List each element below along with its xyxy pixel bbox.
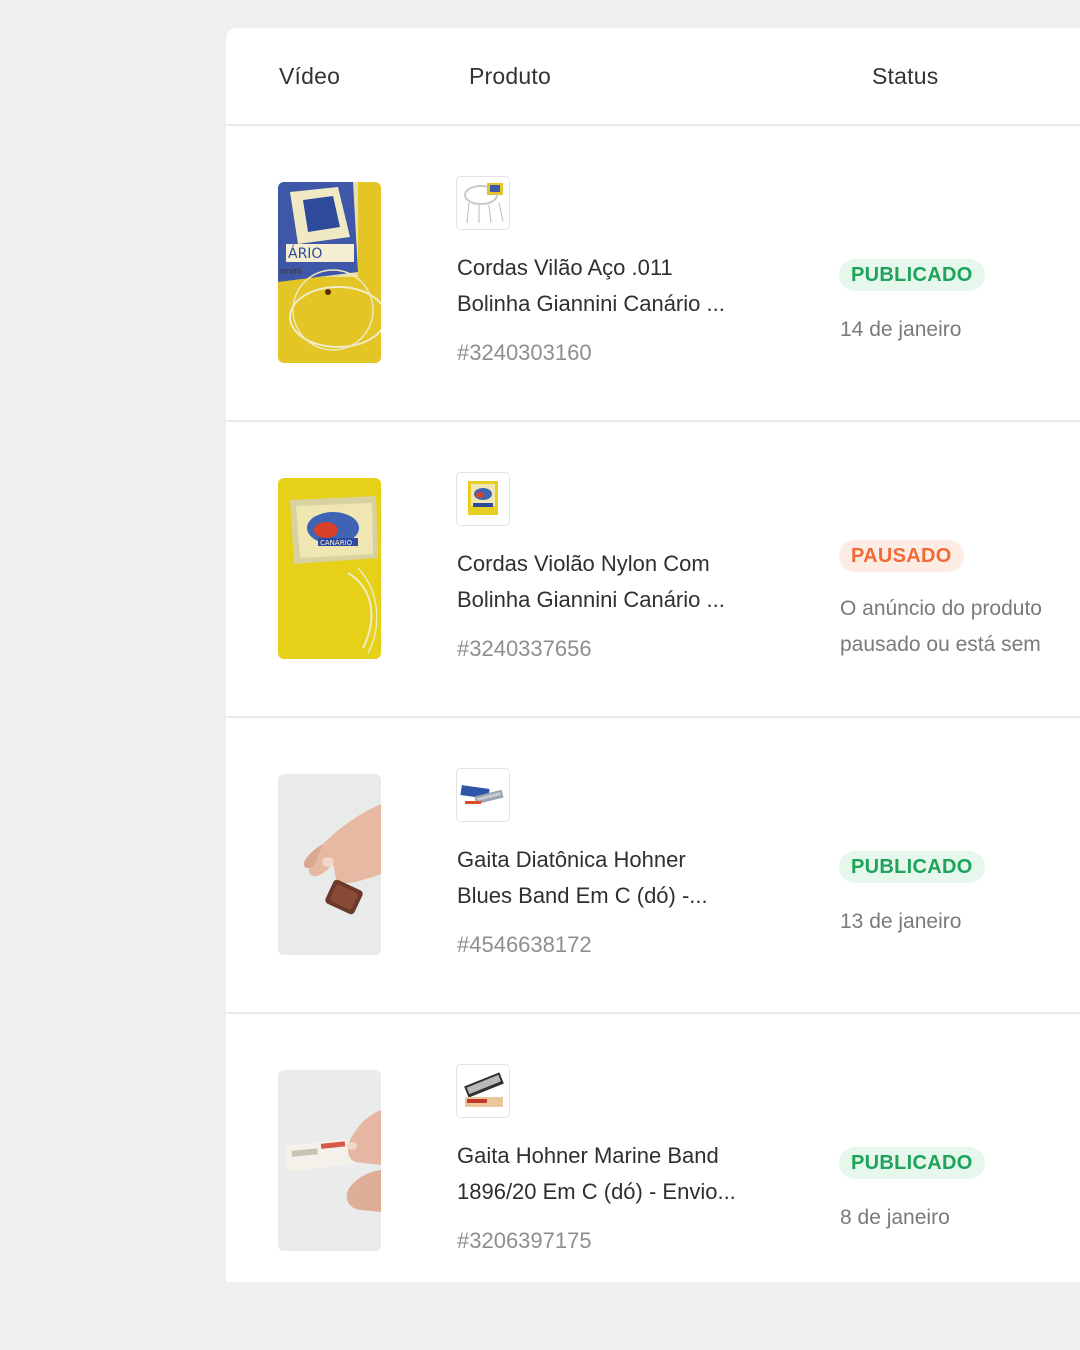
status-badge: PUBLICADO [839,259,985,291]
product-name-line: Blues Band Em C (dó) -... [457,883,708,908]
status-badge: PUBLICADO [839,1147,985,1179]
status-date: 13 de janeiro [840,910,962,933]
svg-text:ÁRIO: ÁRIO [288,245,322,262]
video-thumbnail[interactable] [278,774,381,955]
product-name[interactable]: Cordas Violão Nylon Com Bolinha Giannini… [457,546,777,618]
product-name-line: Cordas Vilão Aço .011 [457,255,673,280]
column-header-product: Produto [469,63,551,89]
table-row: ÁRIO nnini Cordas Vilão Aço .011 Bolinha [226,126,1080,422]
product-id: #3240337656 [457,636,592,661]
product-image[interactable] [456,472,510,526]
table-row: Gaita Diatônica Hohner Blues Band Em C (… [226,718,1080,1014]
status-badge: PAUSADO [839,540,964,572]
product-image[interactable] [456,1064,510,1118]
product-name-line: Gaita Hohner Marine Band [457,1143,719,1168]
product-name[interactable]: Cordas Vilão Aço .011 Bolinha Giannini C… [457,250,777,322]
product-name-line: 1896/20 Em C (dó) - Envio... [457,1179,736,1204]
svg-text:CANÁRIO: CANÁRIO [320,538,353,547]
product-name[interactable]: Gaita Hohner Marine Band 1896/20 Em C (d… [457,1138,777,1210]
status-date: 14 de janeiro [840,318,962,341]
product-image[interactable] [456,176,510,230]
status-badge: PUBLICADO [839,851,985,883]
video-thumbnail[interactable]: CANÁRIO [278,478,381,659]
column-header-status: Status [872,63,939,89]
video-thumbnail[interactable]: ÁRIO nnini [278,182,381,363]
column-header-video: Vídeo [279,63,341,89]
video-thumbnail[interactable] [278,1070,381,1251]
status-description: O anúncio do produto [840,597,1042,620]
table-row: Gaita Hohner Marine Band 1896/20 Em C (d… [226,1014,1080,1282]
product-name-line: Bolinha Giannini Canário ... [457,587,725,612]
video-table-panel: Vídeo Produto Status ÁRIO nnini Cordas V… [226,28,1080,1282]
table-header: Vídeo Produto Status [226,28,1080,126]
product-name-line: Gaita Diatônica Hohner [457,847,686,872]
status-date: 8 de janeiro [840,1206,950,1229]
status-description: pausado ou está sem [840,633,1041,656]
svg-text:nnini: nnini [280,267,302,277]
product-name[interactable]: Gaita Diatônica Hohner Blues Band Em C (… [457,842,777,914]
product-name-line: Cordas Violão Nylon Com [457,551,710,576]
product-image[interactable] [456,768,510,822]
product-id: #3206397175 [457,1228,592,1253]
product-id: #3240303160 [457,340,592,365]
table-row: CANÁRIO Cordas Violão Nylon Com Bolinha … [226,422,1080,718]
product-id: #4546638172 [457,932,592,957]
product-name-line: Bolinha Giannini Canário ... [457,291,725,316]
